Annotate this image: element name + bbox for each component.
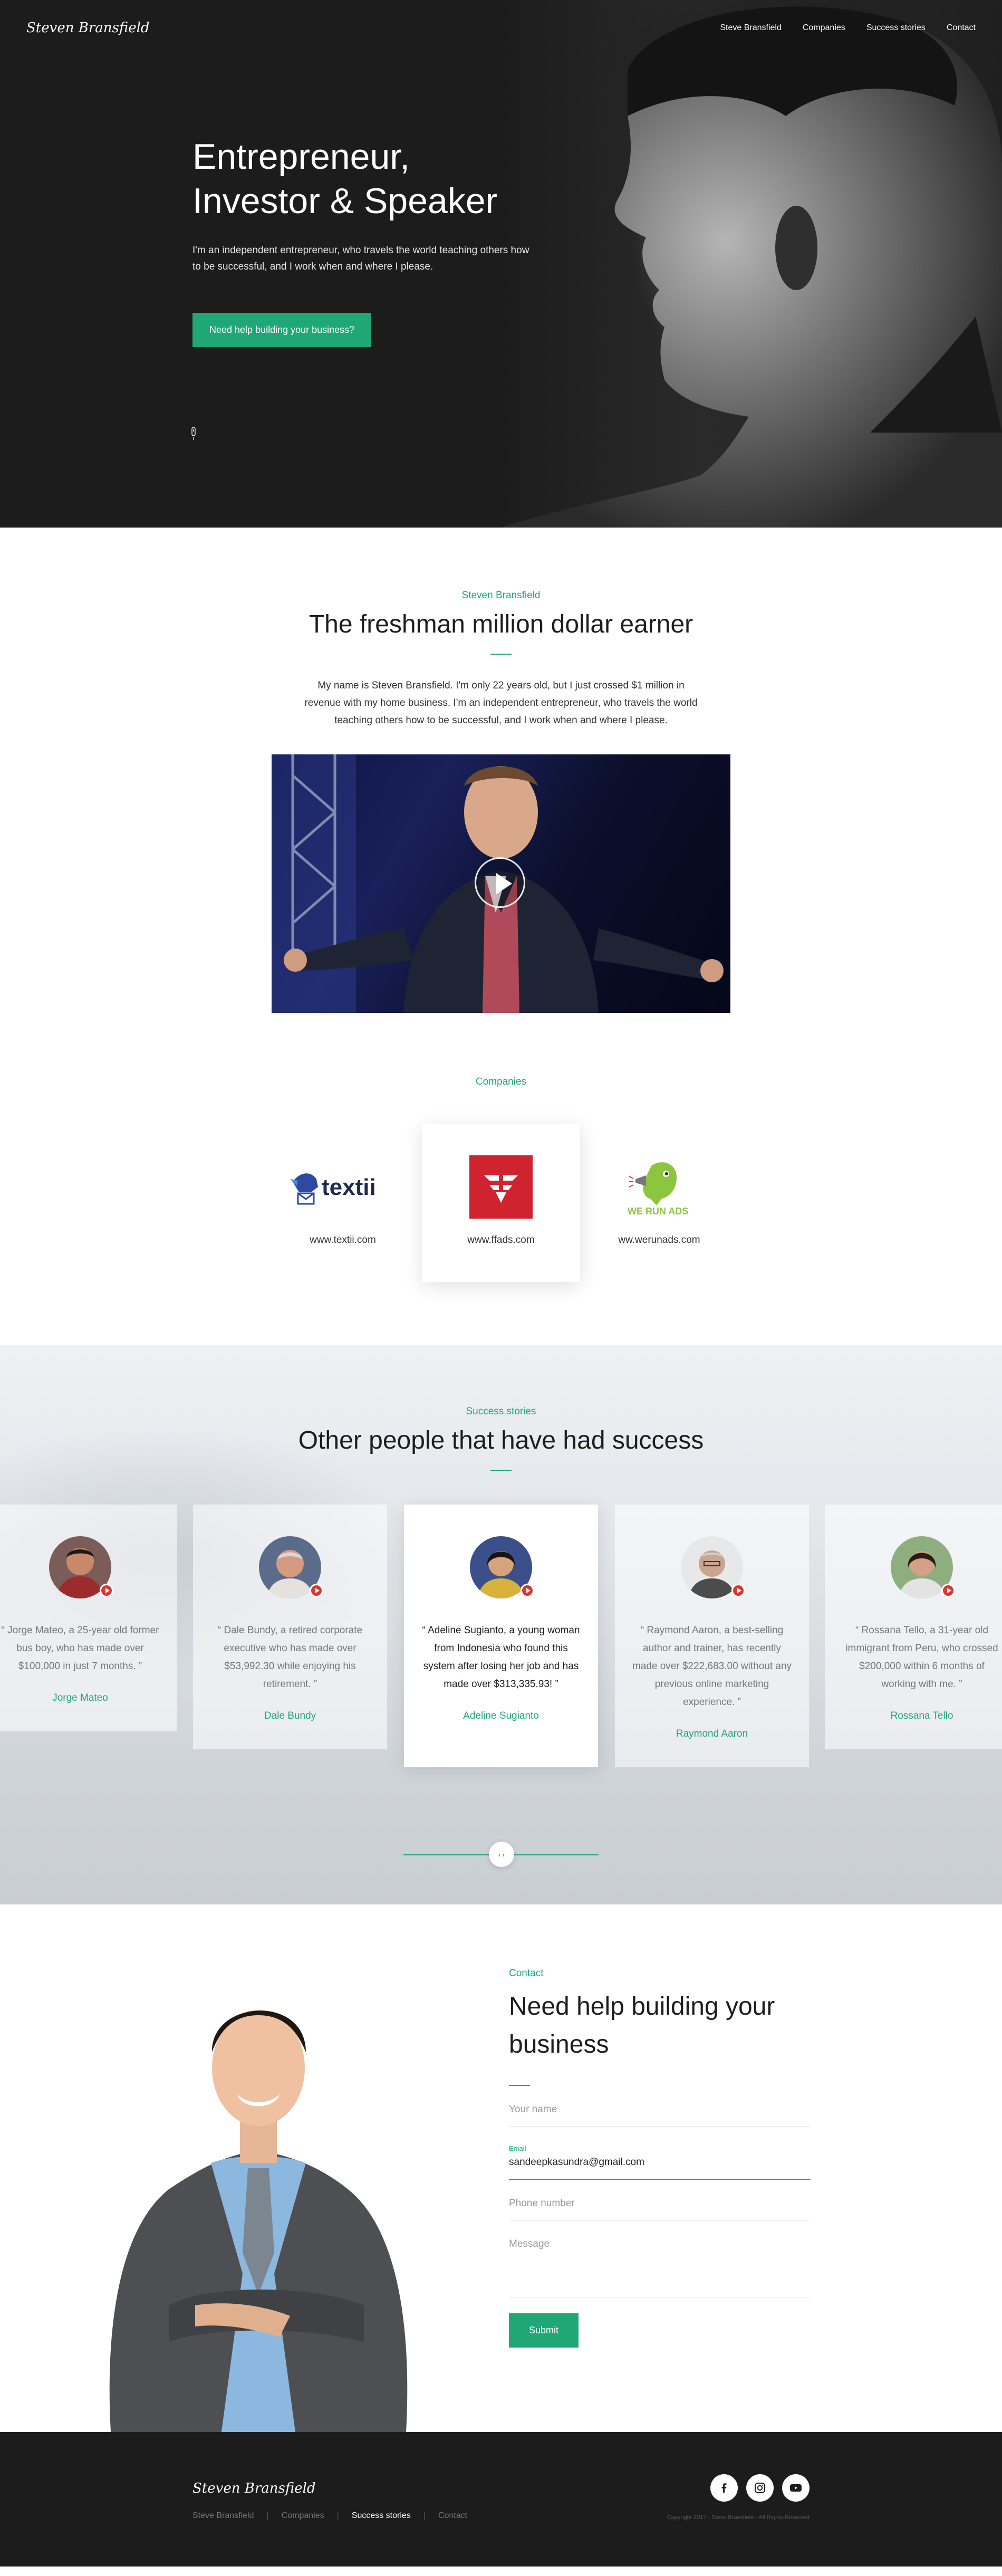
story-name[interactable]: Dale Bundy	[209, 1710, 371, 1722]
video-play-icon[interactable]	[521, 1584, 534, 1597]
hero-text: I'm an independent entrepreneur, who tra…	[192, 245, 529, 272]
hero-title-line2: Investor & Speaker	[192, 181, 498, 221]
scroll-down-icon[interactable]	[191, 427, 196, 440]
story-card-active[interactable]: “ Adeline Sugianto, a young woman from I…	[404, 1505, 598, 1767]
story-quote: “ Rossana Tello, a 31-year old immigrant…	[845, 1625, 998, 1690]
accent-divider	[490, 654, 512, 655]
divider: |	[336, 2511, 339, 2520]
facebook-icon[interactable]	[710, 2474, 738, 2502]
footer-logo[interactable]: Steven Bransfield	[192, 2481, 316, 2496]
email-input[interactable]	[509, 2157, 811, 2168]
businessman-image	[90, 1936, 427, 2432]
email-field: Email	[509, 2144, 811, 2180]
hero-content: Entrepreneur, Investor & Speaker I'm an …	[192, 135, 562, 347]
story-quote: “ Adeline Sugianto, a young woman from I…	[422, 1625, 580, 1690]
stories-title: Other people that have had success	[298, 1426, 704, 1454]
svg-text:textii: textii	[322, 1174, 376, 1200]
contact-label: Contact	[509, 1968, 544, 1979]
video-play-icon[interactable]	[941, 1584, 955, 1597]
carousel-slider[interactable]: ‹ ›	[403, 1842, 599, 1867]
footer-nav-companies[interactable]: Companies	[282, 2511, 324, 2521]
site-logo[interactable]: Steven Bransfield	[26, 20, 150, 36]
companies-label: Companies	[475, 1076, 527, 1087]
svg-text:WE RUN ADS: WE RUN ADS	[628, 1206, 688, 1217]
success-stories-section: Success stories Other people that have h…	[0, 1345, 1002, 1904]
submit-button[interactable]: Submit	[509, 2313, 579, 2348]
story-card[interactable]: “ Dale Bundy, a retired corporate execut…	[193, 1505, 387, 1749]
stories-carousel[interactable]: “ Jorge Mateo, a 25-year old former bus …	[0, 1505, 1002, 1800]
story-name[interactable]: Adeline Sugianto	[420, 1710, 582, 1722]
intro-section: Steven Bransfield The freshman million d…	[0, 528, 1002, 1013]
story-name[interactable]: Jorge Mateo	[0, 1692, 161, 1704]
social-links	[710, 2474, 810, 2502]
play-icon[interactable]	[475, 857, 525, 908]
hero-title-line1: Entrepreneur,	[192, 137, 410, 177]
video-play-icon[interactable]	[731, 1584, 745, 1597]
phone-field	[509, 2198, 811, 2220]
company-card-ffads[interactable]: www.ffads.com	[422, 1124, 580, 1282]
nav-item-success-stories[interactable]: Success stories	[866, 23, 926, 33]
textii-logo: textii	[287, 1155, 398, 1219]
companies-section: Companies textii www.textii.com www.ffad…	[0, 1013, 1002, 1345]
hero-portrait-image	[501, 0, 1002, 528]
hero-cta-button[interactable]: Need help building your business?	[192, 313, 372, 347]
divider: |	[423, 2511, 426, 2520]
company-url[interactable]: www.ffads.com	[467, 1234, 534, 1246]
company-card-werunads[interactable]: WE RUN ADS ww.werunads.com	[580, 1124, 738, 1282]
nav-item-steve-bransfield[interactable]: Steve Bransfield	[720, 23, 782, 33]
ffads-logo	[469, 1155, 533, 1219]
intro-title: The freshman million dollar earner	[309, 610, 693, 638]
copyright-text: Copyright 2017 - Steve Bransfield - All …	[667, 2514, 810, 2521]
instagram-icon[interactable]	[746, 2474, 774, 2502]
name-field	[509, 2104, 811, 2127]
footer-nav: Steve Bransfield | Companies | Success s…	[192, 2511, 467, 2521]
video-play-icon[interactable]	[100, 1584, 113, 1597]
carousel-arrows-icon[interactable]: ‹ ›	[489, 1842, 514, 1867]
company-card-textii[interactable]: textii www.textii.com	[264, 1124, 422, 1282]
footer-nav-steve-bransfield[interactable]: Steve Bransfield	[192, 2511, 254, 2521]
divider: |	[266, 2511, 269, 2520]
hero-section: Steven Bransfield Steve Bransfield Compa…	[0, 0, 1002, 528]
accent-divider	[490, 1470, 512, 1471]
hero-title: Entrepreneur, Investor & Speaker	[192, 135, 562, 223]
intro-video[interactable]	[272, 754, 730, 1013]
story-card[interactable]: “ Raymond Aaron, a best-selling author a…	[615, 1505, 809, 1767]
story-name[interactable]: Raymond Aaron	[631, 1728, 793, 1740]
intro-text: My name is Steven Bransfield. I'm only 2…	[304, 680, 698, 726]
footer-nav-success-stories[interactable]: Success stories	[352, 2511, 411, 2521]
contact-title: Need help building your business	[509, 1993, 775, 2058]
name-input[interactable]	[509, 2104, 811, 2115]
message-input[interactable]	[509, 2238, 811, 2284]
accent-divider	[509, 2085, 530, 2086]
contact-section: Contact Need help building your business…	[0, 1904, 1002, 2432]
story-card[interactable]: “ Jorge Mateo, a 25-year old former bus …	[0, 1505, 177, 1731]
story-card[interactable]: “ Rossana Tello, a 31-year old immigrant…	[825, 1505, 1002, 1749]
phone-input[interactable]	[509, 2198, 811, 2209]
werunads-logo: WE RUN ADS	[625, 1155, 693, 1219]
company-url[interactable]: ww.werunads.com	[618, 1234, 700, 1246]
video-play-icon[interactable]	[310, 1584, 323, 1597]
youtube-icon[interactable]	[782, 2474, 810, 2502]
nav-item-companies[interactable]: Companies	[803, 23, 845, 33]
company-list: textii www.textii.com www.ffads.com WE R…	[0, 1124, 1002, 1282]
story-quote: “ Raymond Aaron, a best-selling author a…	[632, 1625, 792, 1708]
story-quote: “ Dale Bundy, a retired corporate execut…	[217, 1625, 363, 1690]
stories-label: Success stories	[466, 1406, 536, 1417]
footer-nav-contact[interactable]: Contact	[438, 2511, 467, 2521]
main-nav: Steve Bransfield Companies Success stori…	[720, 23, 976, 33]
company-url[interactable]: www.textii.com	[310, 1234, 376, 1246]
intro-label: Steven Bransfield	[461, 590, 541, 601]
message-field	[509, 2238, 811, 2297]
contact-form: Contact Need help building your business…	[509, 1968, 811, 2348]
email-label: Email	[509, 2144, 526, 2152]
story-name[interactable]: Rossana Tello	[841, 1710, 1002, 1722]
story-quote: “ Jorge Mateo, a 25-year old former bus …	[1, 1625, 159, 1672]
footer: Steven Bransfield Steve Bransfield | Com…	[0, 2432, 1002, 2567]
nav-item-contact[interactable]: Contact	[947, 23, 976, 33]
